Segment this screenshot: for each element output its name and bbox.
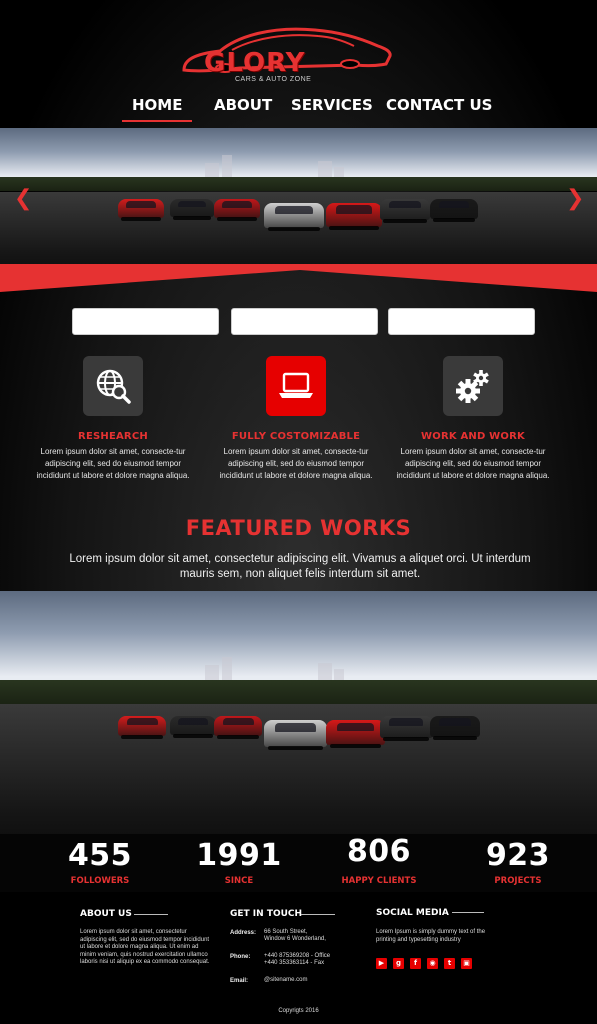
gears-icon[interactable] xyxy=(443,356,503,416)
feature-title: RESHEARCH xyxy=(78,431,148,442)
stat-label: FOLLOWERS xyxy=(70,876,130,886)
laptop-icon[interactable] xyxy=(266,356,326,416)
globe-search-icon[interactable] xyxy=(83,356,143,416)
stat-followers: 455 FOLLOWERS xyxy=(35,838,165,886)
twitter-icon[interactable]: t xyxy=(444,958,455,969)
stat-projects: 923 PROJECTS xyxy=(453,838,583,886)
brand-tagline: CARS & AUTO ZONE xyxy=(235,76,312,83)
stat-number: 1991 xyxy=(196,838,282,873)
heading-divider xyxy=(301,914,335,915)
dribbble-icon[interactable]: ◉ xyxy=(427,958,438,969)
email-label: Email: xyxy=(230,978,249,984)
footer-social-text: Lorem Ipsum is simply dummy text of the … xyxy=(376,929,486,943)
feature-customizable: FULLY COSTOMIZABLE Lorem ipsum dolor sit… xyxy=(211,356,381,482)
feature-title: FULLY COSTOMIZABLE xyxy=(231,431,361,442)
heading-divider xyxy=(134,914,168,915)
stat-label: HAPPY CLIENTS xyxy=(341,876,417,886)
search-box-3[interactable] xyxy=(388,308,535,335)
showcase-scene xyxy=(0,591,597,836)
copyright-text: Copyrigts 2016 xyxy=(278,1008,319,1014)
footer-contact-heading: GET IN TOUCH xyxy=(230,909,303,919)
brand-name: GLORY xyxy=(204,48,306,78)
phone-value-line2[interactable]: +440 353363114 - Fax xyxy=(264,960,324,968)
featured-works-title: FEATURED WORKS xyxy=(185,516,412,540)
search-box-2[interactable] xyxy=(231,308,378,335)
feature-research: RESHEARCH Lorem ipsum dolor sit amet, co… xyxy=(28,356,198,482)
footer-about-text: Lorem ipsum dolor sit amet, consectetur … xyxy=(80,929,210,965)
stat-since: 1991 SINCE xyxy=(174,838,304,886)
featured-works-text: Lorem ipsum dolor sit amet, consectetur … xyxy=(69,553,531,580)
stat-label: PROJECTS xyxy=(494,876,542,886)
search-box-1[interactable] xyxy=(72,308,219,335)
footer-social-heading: SOCIAL MEDIA xyxy=(376,908,449,918)
stat-happy-clients: 806 HAPPY CLIENTS xyxy=(314,834,444,886)
site-header: GLORY CARS & AUTO ZONE HOME ABOUT SERVIC… xyxy=(0,0,597,128)
footer-about-heading: ABOUT US xyxy=(80,909,132,919)
feature-text: Lorem ipsum dolor sit amet, consecte-tur… xyxy=(219,447,373,480)
slider-next-arrow[interactable]: ❯ xyxy=(566,186,584,211)
nav-services[interactable]: SERVICES xyxy=(291,96,373,114)
stat-label: SINCE xyxy=(224,876,254,886)
address-label: Address: xyxy=(230,930,257,936)
phone-label: Phone: xyxy=(230,954,251,960)
feature-text: Lorem ipsum dolor sit amet, consecte-tur… xyxy=(36,447,190,480)
email-value[interactable]: @sitename.com xyxy=(264,977,307,985)
nav-contact-us[interactable]: CONTACT US xyxy=(386,96,492,114)
red-ribbon-divider xyxy=(0,264,597,292)
nav-about[interactable]: ABOUT xyxy=(214,96,272,114)
stats-bar: 455 FOLLOWERS 1991 SINCE 806 HAPPY CLIEN… xyxy=(0,834,597,892)
stat-number: 806 xyxy=(346,834,412,869)
main-nav: HOME ABOUT SERVICES CONTACT US xyxy=(0,96,597,122)
featured-showcase-image[interactable] xyxy=(0,591,597,836)
facebook-icon[interactable]: f xyxy=(410,958,421,969)
stat-number: 455 xyxy=(67,838,133,873)
stat-number: 923 xyxy=(485,838,551,873)
feature-title: WORK AND WORK xyxy=(421,431,525,442)
social-icons: ▶ g f ◉ t ▣ xyxy=(376,952,478,969)
hero-slider: ❮ ❯ xyxy=(0,128,597,268)
instagram-icon[interactable]: ▣ xyxy=(461,958,472,969)
feature-work: WORK AND WORK Lorem ipsum dolor sit amet… xyxy=(388,356,558,482)
brand-logo[interactable]: GLORY CARS & AUTO ZONE xyxy=(180,18,395,88)
youtube-icon[interactable]: ▶ xyxy=(376,958,387,969)
feature-text: Lorem ipsum dolor sit amet, consecte-tur… xyxy=(396,447,550,480)
google-plus-icon[interactable]: g xyxy=(393,958,404,969)
hero-image xyxy=(0,128,597,268)
slider-prev-arrow[interactable]: ❮ xyxy=(14,186,32,211)
heading-divider xyxy=(452,912,484,913)
nav-home[interactable]: HOME xyxy=(121,96,194,122)
address-value-line2: Window 6 Wonderland, xyxy=(264,936,326,942)
site-footer: ABOUT US Lorem ipsum dolor sit amet, con… xyxy=(0,892,597,1024)
